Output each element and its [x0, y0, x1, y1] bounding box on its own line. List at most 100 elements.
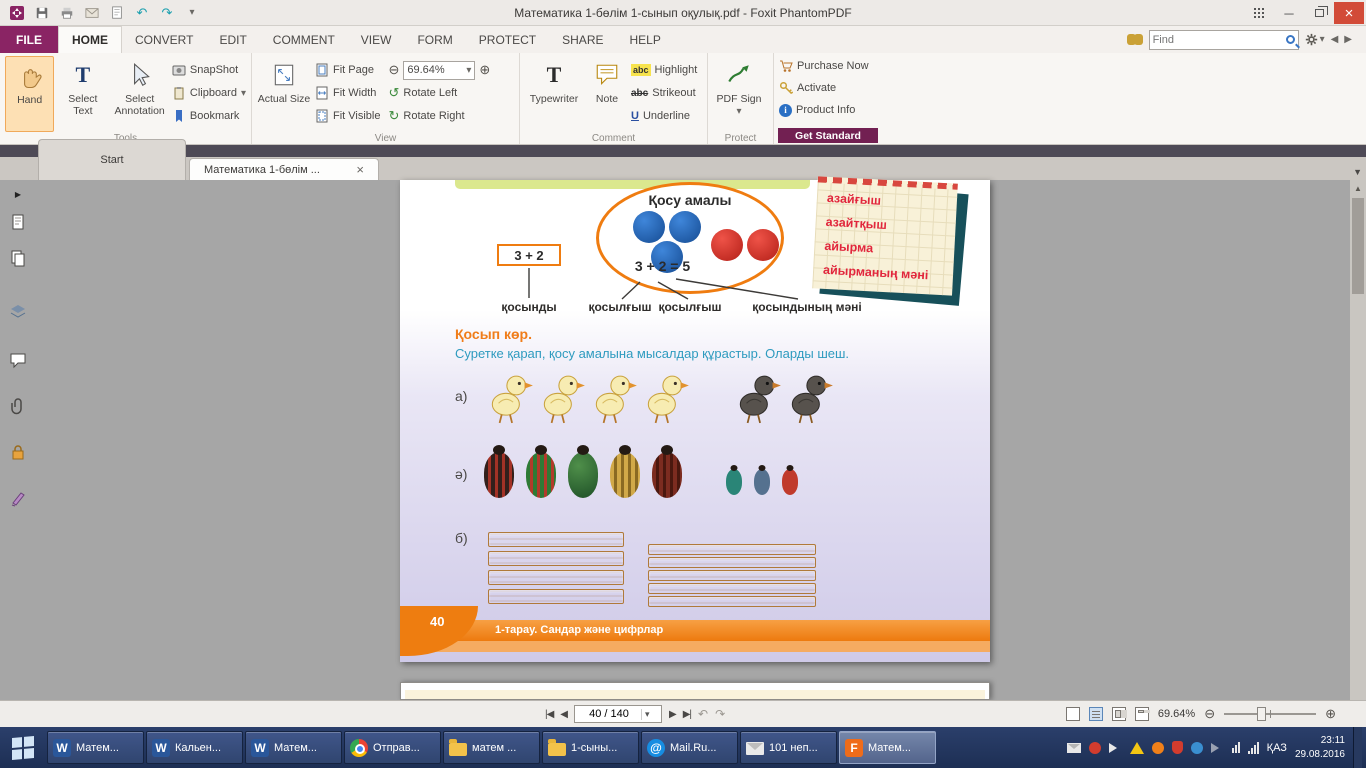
restore-button[interactable] [1304, 2, 1334, 24]
ribbon-tab-form[interactable]: FORM [404, 26, 465, 53]
language-indicator[interactable]: ҚАЗ [1267, 742, 1287, 754]
redo-button[interactable]: ↷ [158, 4, 176, 22]
taskbar-app-word-2[interactable]: W Кальен... [146, 731, 243, 764]
scrollbar-thumb[interactable] [1352, 198, 1364, 294]
email-button[interactable] [83, 4, 101, 22]
select-annotation-button[interactable]: Select Annotation [111, 56, 167, 132]
next-page-button[interactable]: ▶ [669, 709, 676, 720]
ribbon-tab-home[interactable]: HOME [58, 26, 122, 53]
clipboard-button[interactable]: Clipboard ▾ [172, 83, 246, 103]
clock[interactable]: 23:11 29.08.2016 [1295, 734, 1345, 761]
highlight-button[interactable]: abc Highlight [631, 60, 697, 80]
note-button[interactable]: Note [587, 56, 627, 132]
touch-mode-button[interactable] [1244, 2, 1274, 24]
strikeout-button[interactable]: abc Strikeout [631, 83, 697, 103]
print-button[interactable] [58, 4, 76, 22]
last-page-button[interactable]: ▶| [683, 709, 691, 720]
pages-panel-button[interactable] [8, 212, 28, 232]
customize-quick-access-button[interactable]: ▾ [183, 4, 201, 22]
attachments-panel-button[interactable] [8, 396, 28, 416]
search-icon[interactable] [1286, 35, 1295, 44]
taskbar-app-word-1[interactable]: W Матем... [47, 731, 144, 764]
undo-button[interactable]: ↶ [133, 4, 151, 22]
fit-visible-button[interactable]: Fit Visible [315, 106, 380, 126]
taskbar-app-word-3[interactable]: W Матем... [245, 731, 342, 764]
purchase-now-button[interactable]: Purchase Now [779, 56, 897, 76]
fit-page-button[interactable]: Fit Page [315, 60, 380, 80]
underline-button[interactable]: U Underline [631, 106, 697, 126]
tab-start[interactable]: Start [38, 139, 186, 180]
continuous-facing-view-button[interactable] [1135, 707, 1149, 721]
fit-width-button[interactable]: Fit Width [315, 83, 380, 103]
get-standard-button[interactable]: Get Standard [778, 128, 878, 143]
ribbon-tab-convert[interactable]: CONVERT [122, 26, 206, 53]
tab-document[interactable]: Математика 1-бөлім ... × [189, 158, 379, 180]
taskbar-app-mailru[interactable]: @ Mail.Ru... [641, 731, 738, 764]
find-input[interactable] [1153, 34, 1286, 46]
first-page-button[interactable]: |◀ [545, 709, 553, 720]
taskbar-app-chrome[interactable]: Отправ... [344, 731, 441, 764]
tray-volume-icon[interactable] [1109, 743, 1122, 753]
comments-panel-button[interactable] [8, 350, 28, 370]
previous-page-button[interactable]: ◀ [560, 709, 567, 720]
find-options-button[interactable]: ▾ [1305, 33, 1325, 46]
activate-button[interactable]: Activate [779, 78, 897, 98]
ribbon-tab-edit[interactable]: EDIT [206, 26, 259, 53]
taskbar-app-folder-2[interactable]: 1-сыны... [542, 731, 639, 764]
taskbar-app-foxit[interactable]: F Матем... [839, 731, 936, 764]
pdf-sign-button[interactable]: PDF Sign ▾ [713, 56, 765, 132]
ribbon-tab-file[interactable]: FILE [0, 26, 58, 53]
rotate-right-button[interactable]: ↻ Rotate Right [388, 106, 490, 126]
product-info-button[interactable]: i Product Info [779, 100, 897, 120]
close-tab-icon[interactable]: × [356, 162, 364, 177]
rotate-left-button[interactable]: ↺ Rotate Left [388, 83, 490, 103]
actual-size-button[interactable]: Actual Size [257, 56, 311, 132]
tray-mute-icon[interactable] [1211, 743, 1224, 753]
single-page-view-button[interactable] [1066, 707, 1080, 721]
find-next-button[interactable]: ▶ [1344, 34, 1352, 45]
typewriter-button[interactable]: T Typewriter [525, 56, 583, 132]
print-preview-button[interactable] [108, 4, 126, 22]
ribbon-tab-view[interactable]: VIEW [348, 26, 405, 53]
hand-tool-button[interactable]: Hand [5, 56, 54, 132]
bookmarks-panel-button[interactable] [8, 248, 28, 268]
find-previous-button[interactable]: ◀ [1331, 34, 1339, 45]
security-panel-button[interactable] [8, 442, 28, 462]
tray-update-icon[interactable] [1152, 742, 1164, 754]
snapshot-button[interactable]: SnapShot [172, 60, 246, 80]
zoom-out-icon[interactable]: ⊖ [1204, 706, 1215, 722]
facing-view-button[interactable] [1112, 707, 1126, 721]
minimize-button[interactable]: ─ [1274, 2, 1304, 24]
zoom-out-icon[interactable]: ⊖ [388, 62, 399, 78]
previous-view-button[interactable]: ↶ [698, 707, 708, 721]
zoom-in-icon[interactable]: ⊕ [479, 62, 490, 78]
chevron-down-icon[interactable]: ▾ [641, 709, 650, 720]
zoom-slider-thumb[interactable] [1257, 707, 1266, 721]
tray-messenger-icon[interactable] [1191, 742, 1203, 754]
tray-stats-icon[interactable] [1232, 742, 1240, 753]
continuous-view-button[interactable] [1089, 707, 1103, 721]
signatures-panel-button[interactable] [8, 488, 28, 508]
ribbon-tab-help[interactable]: HELP [616, 26, 673, 53]
layers-panel-button[interactable] [8, 302, 28, 322]
ribbon-tab-protect[interactable]: PROTECT [466, 26, 549, 53]
close-button[interactable]: × [1334, 2, 1364, 24]
vertical-scrollbar[interactable]: ▲ [1350, 180, 1366, 700]
tray-agent-icon[interactable] [1089, 742, 1101, 754]
tab-list-button[interactable]: ▼ [1353, 167, 1362, 177]
panel-expand-button[interactable]: ▶ [8, 184, 28, 204]
zoom-in-icon[interactable]: ⊕ [1325, 706, 1336, 722]
next-view-button[interactable]: ↷ [715, 707, 725, 721]
tray-antivirus-icon[interactable] [1172, 741, 1183, 754]
taskbar-app-outlook[interactable]: 101 неп... [740, 731, 837, 764]
tray-mail-icon[interactable] [1067, 743, 1081, 753]
select-text-button[interactable]: T Select Text [58, 56, 107, 132]
tray-network-icon[interactable] [1248, 742, 1259, 754]
ribbon-tab-share[interactable]: SHARE [549, 26, 616, 53]
pdf-page[interactable]: 3 + 2 Қосу амалы 3 + 2 = 5 қосынды қосыл… [400, 180, 990, 662]
show-desktop-button[interactable] [1353, 727, 1362, 768]
ribbon-tab-comment[interactable]: COMMENT [260, 26, 348, 53]
bookmark-button[interactable]: Bookmark [172, 106, 246, 126]
start-button[interactable] [0, 727, 46, 768]
save-button[interactable] [33, 4, 51, 22]
